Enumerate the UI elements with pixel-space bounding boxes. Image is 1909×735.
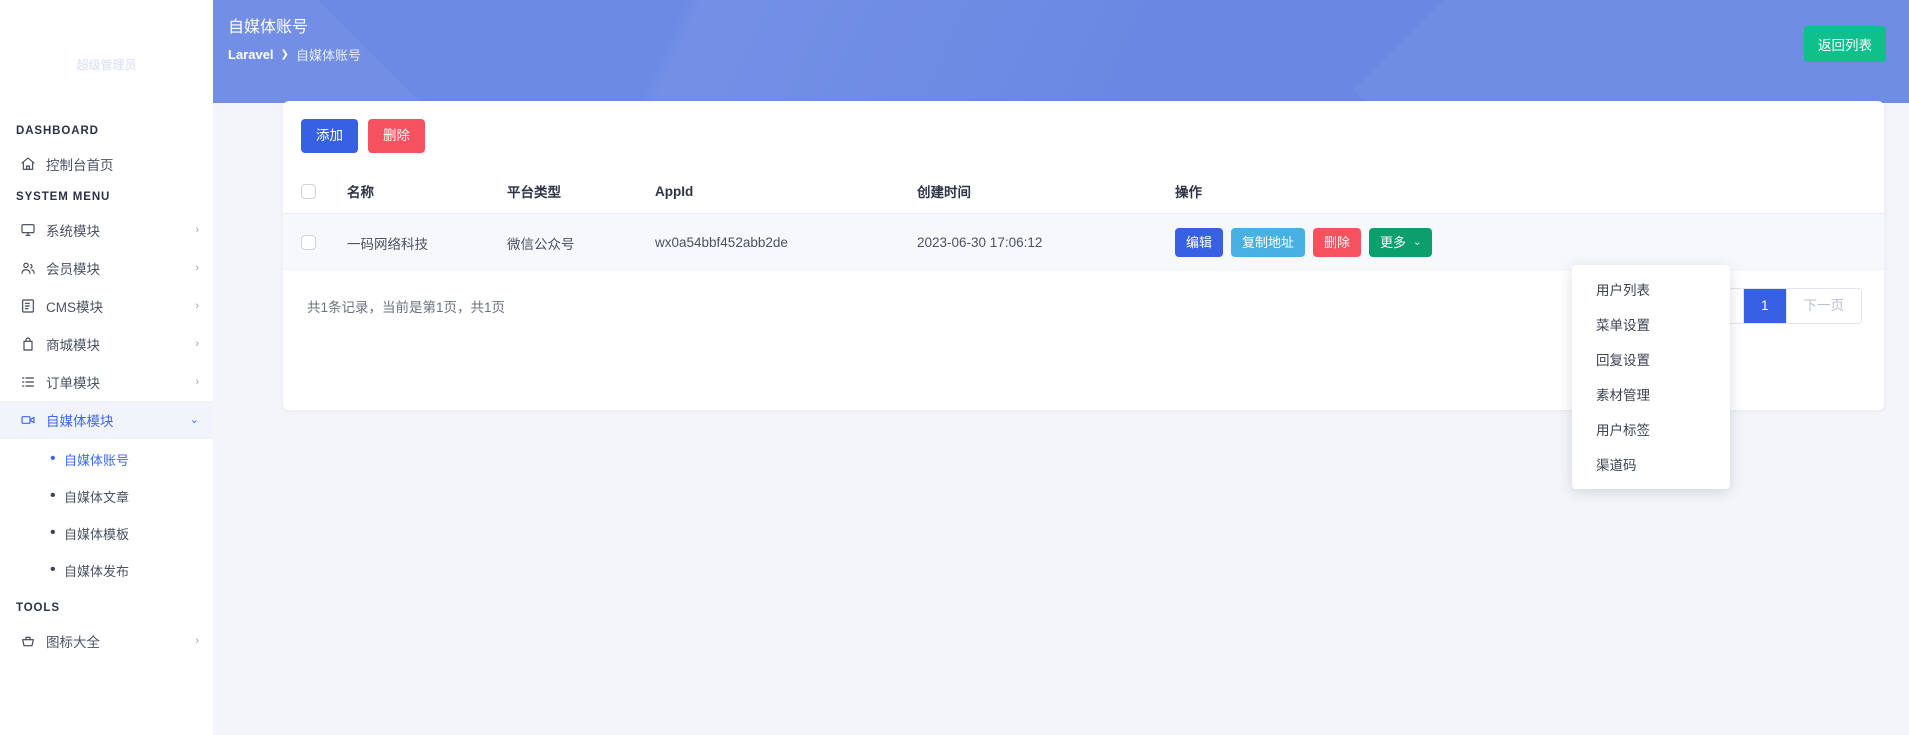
sidebar-item-order-label: 订单模块 — [46, 376, 100, 391]
sidebar-caption-dashboard: DASHBOARD — [16, 125, 99, 137]
record-summary: 共1条记录，当前是第1页，共1页 — [307, 300, 506, 315]
sidebar: admin 超级管理员 DASHBOARD 控制台首页 SYSTEM MENU … — [0, 0, 213, 735]
brand-role: 超级管理员 — [76, 57, 137, 72]
sidebar-item-media-template[interactable]: • 自媒体模板 — [0, 519, 213, 547]
chevron-right-icon: › — [195, 261, 199, 274]
pagination-page-1[interactable]: 1 — [1743, 289, 1787, 323]
th-platform: 平台类型 — [501, 170, 649, 214]
chevron-down-icon: ⌄ — [189, 413, 199, 426]
users-icon — [20, 260, 46, 276]
row-select-cell — [283, 213, 341, 271]
home-icon — [20, 156, 46, 172]
video-icon — [20, 412, 46, 428]
chevron-down-icon: ⌄ — [1413, 237, 1422, 248]
sidebar-item-shop[interactable]: 商城模块 › — [0, 325, 213, 363]
dropdown-item-user-list[interactable]: 用户列表 — [1572, 273, 1730, 308]
return-list-button[interactable]: 返回列表 — [1804, 26, 1886, 62]
row-actions: 编辑 复制地址 删除 更多 ⌄ — [1175, 228, 1878, 257]
table-row: 一码网络科技 微信公众号 wx0a54bbf452abb2de 2023-06-… — [283, 213, 1884, 271]
book-icon — [20, 298, 46, 314]
monitor-icon — [20, 222, 46, 238]
table-header-row: 名称 平台类型 AppId 创建时间 操作 — [283, 170, 1884, 214]
cell-name: 一码网络科技 — [341, 213, 501, 271]
sidebar-menu: DASHBOARD 控制台首页 SYSTEM MENU 系统模块 › 会员模块 … — [0, 103, 213, 735]
brand-username: admin — [82, 32, 131, 50]
th-created: 创建时间 — [911, 170, 1169, 214]
sidebar-item-media-label: 自媒体模块 — [46, 414, 114, 429]
sidebar-item-shop-label: 商城模块 — [46, 338, 100, 353]
sidebar-item-system-label: 系统模块 — [46, 224, 100, 239]
sidebar-item-order[interactable]: 订单模块 › — [0, 363, 213, 401]
sidebar-item-icons[interactable]: 图标大全 › — [0, 622, 213, 660]
dropdown-item-channel-code[interactable]: 渠道码 — [1572, 448, 1730, 483]
sidebar-item-system[interactable]: 系统模块 › — [0, 211, 213, 249]
pagination-next[interactable]: 下一页 — [1786, 289, 1861, 323]
sidebar-caption-system: SYSTEM MENU — [16, 191, 111, 203]
bag-icon — [20, 336, 46, 352]
sidebar-item-media-publish[interactable]: • 自媒体发布 — [0, 556, 213, 584]
cell-actions: 编辑 复制地址 删除 更多 ⌄ — [1169, 213, 1884, 271]
cell-created: 2023-06-30 17:06:12 — [911, 213, 1169, 271]
sidebar-item-media-publish-label: 自媒体发布 — [64, 563, 130, 579]
chevron-right-icon: › — [195, 634, 199, 647]
sidebar-item-member-label: 会员模块 — [46, 262, 100, 277]
chevron-right-icon: › — [195, 375, 199, 388]
sidebar-caption-tools: TOOLS — [16, 602, 60, 614]
sidebar-item-media-account-label: 自媒体账号 — [64, 452, 130, 468]
sidebar-item-media-account[interactable]: • 自媒体账号 — [0, 445, 213, 473]
page-title: 自媒体账号 — [228, 19, 309, 36]
sidebar-item-dashboard[interactable]: 控制台首页 — [0, 145, 213, 183]
list-icon — [20, 374, 46, 390]
more-label: 更多 — [1380, 235, 1407, 250]
cell-platform: 微信公众号 — [501, 213, 649, 271]
row-checkbox[interactable] — [301, 235, 316, 251]
select-all-checkbox[interactable] — [301, 183, 316, 199]
sidebar-item-cms[interactable]: CMS模块 › — [0, 287, 213, 325]
sidebar-item-icons-label: 图标大全 — [46, 635, 100, 650]
sidebar-submenu-media: • 自媒体账号 • 自媒体文章 • 自媒体模板 • 自媒体发布 — [0, 445, 213, 584]
th-name: 名称 — [341, 170, 501, 214]
table-head: 名称 平台类型 AppId 创建时间 操作 — [283, 170, 1884, 214]
th-select-all — [283, 170, 341, 214]
sidebar-item-media-article[interactable]: • 自媒体文章 — [0, 482, 213, 510]
breadcrumb-root[interactable]: Laravel — [228, 47, 274, 62]
chevron-right-icon: › — [195, 223, 199, 236]
more-dropdown-menu: 用户列表 菜单设置 回复设置 素材管理 用户标签 渠道码 — [1572, 265, 1730, 489]
dropdown-item-menu-settings[interactable]: 菜单设置 — [1572, 308, 1730, 343]
th-appid: AppId — [649, 170, 911, 214]
chevron-right-icon: › — [195, 337, 199, 350]
dropdown-item-reply-settings[interactable]: 回复设置 — [1572, 343, 1730, 378]
sidebar-item-member[interactable]: 会员模块 › — [0, 249, 213, 287]
dropdown-item-user-tags[interactable]: 用户标签 — [1572, 413, 1730, 448]
copy-url-button[interactable]: 复制地址 — [1231, 228, 1306, 257]
page-header: 自媒体账号 Laravel ❯ 自媒体账号 — [228, 16, 361, 64]
sidebar-item-media-template-label: 自媒体模板 — [64, 526, 130, 542]
sidebar-item-media-article-label: 自媒体文章 — [64, 489, 130, 505]
app-root: 自媒体账号 Laravel ❯ 自媒体账号 返回列表 admin 超级管理员 D… — [0, 0, 1909, 735]
th-actions: 操作 — [1169, 170, 1884, 214]
edit-button[interactable]: 编辑 — [1175, 228, 1224, 257]
table-toolbar: 添加 删除 — [283, 101, 1884, 153]
breadcrumb: Laravel ❯ 自媒体账号 — [228, 45, 361, 64]
breadcrumb-current: 自媒体账号 — [295, 48, 361, 63]
table-body: 一码网络科技 微信公众号 wx0a54bbf452abb2de 2023-06-… — [283, 213, 1884, 271]
chevron-right-icon: ❯ — [280, 49, 289, 60]
add-button[interactable]: 添加 — [301, 119, 358, 153]
chevron-right-icon: › — [195, 299, 199, 312]
delete-button[interactable]: 删除 — [368, 119, 425, 153]
sidebar-item-cms-label: CMS模块 — [46, 300, 103, 315]
dropdown-item-material-management[interactable]: 素材管理 — [1572, 378, 1730, 413]
row-delete-button[interactable]: 删除 — [1313, 228, 1362, 257]
sidebar-item-dashboard-label: 控制台首页 — [46, 158, 114, 173]
palette-icon — [20, 633, 46, 649]
sidebar-item-media[interactable]: 自媒体模块 ⌄ — [0, 401, 213, 439]
accounts-table: 名称 平台类型 AppId 创建时间 操作 一码网络科技 微信公众号 wx0a5… — [283, 170, 1884, 271]
cell-appid: wx0a54bbf452abb2de — [649, 213, 911, 271]
more-dropdown-button[interactable]: 更多 ⌄ — [1369, 228, 1433, 257]
sidebar-brand: admin 超级管理员 — [0, 0, 213, 103]
